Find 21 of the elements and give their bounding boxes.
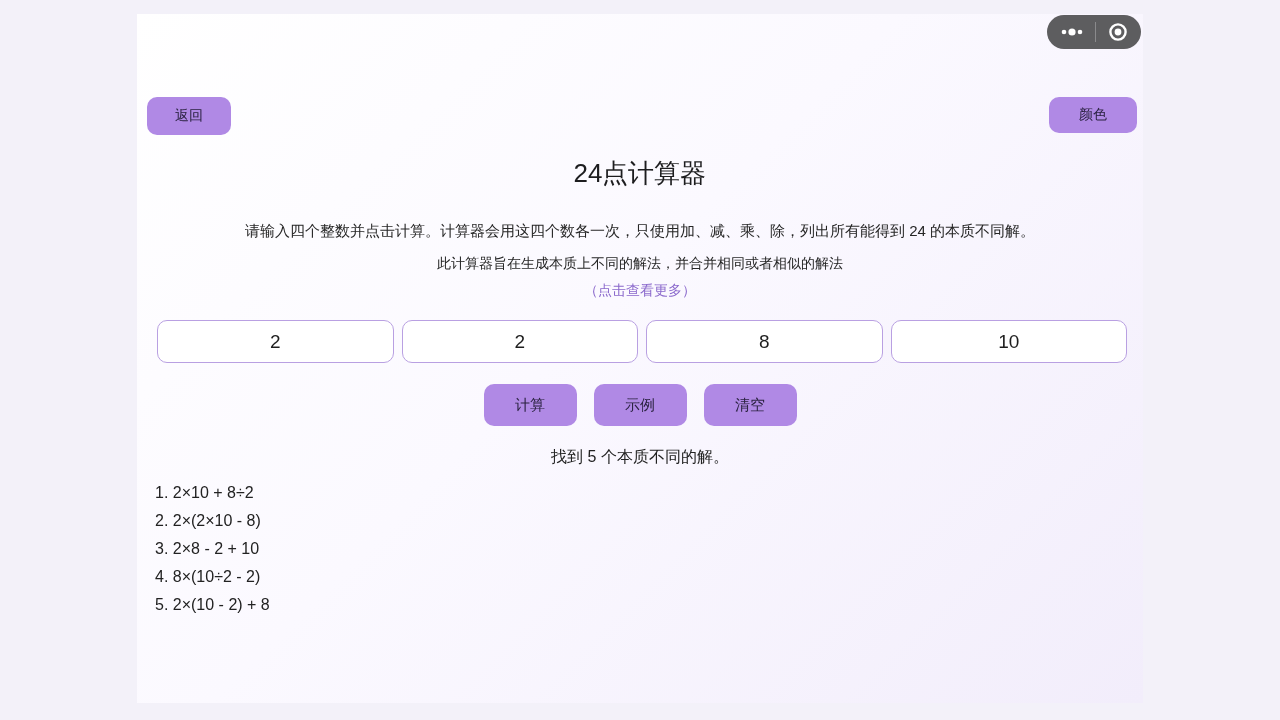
description-text: 请输入四个整数并点击计算。计算器会用这四个数各一次，只使用加、减、乘、除，列出所有能得到 24 的本质不同解。 — [244, 221, 1036, 241]
action-button[interactable]: 清空 — [703, 384, 797, 426]
page-title: 24点计算器 — [572, 157, 708, 190]
solution-item: 5. 2×(10 - 2) + 8 — [155, 595, 270, 615]
solution-item: 1. 2×10 + 8÷2 — [155, 483, 254, 503]
result-summary: 找到 5 个本质不同的解。 — [550, 447, 730, 467]
number-input[interactable]: 2 — [401, 320, 638, 363]
color-button[interactable]: 颜色 — [1049, 97, 1137, 133]
number-input[interactable]: 2 — [157, 320, 394, 363]
solution-item: 4. 8×(10÷2 - 2) — [155, 567, 261, 587]
ellipsis-icon[interactable] — [1061, 28, 1084, 36]
number-input[interactable]: 8 — [646, 320, 883, 363]
solution-item: 3. 2×8 - 2 + 10 — [155, 539, 260, 559]
number-input[interactable]: 10 — [890, 320, 1127, 363]
target-icon[interactable] — [1108, 23, 1127, 41]
action-button[interactable]: 示例 — [593, 384, 687, 426]
solution-item: 2. 2×(2×10 - 8) — [155, 511, 261, 531]
more-link[interactable]: （点击查看更多） — [584, 280, 696, 300]
note-text: 此计算器旨在生成本质上不同的解法，并合并相同或者相似的解法 — [436, 254, 844, 273]
back-button[interactable]: 返回 — [147, 97, 231, 135]
action-button[interactable]: 计算 — [483, 384, 577, 426]
